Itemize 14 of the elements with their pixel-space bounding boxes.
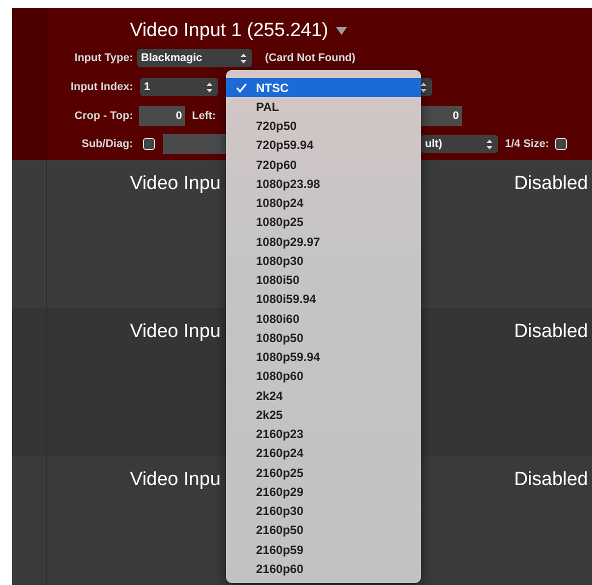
input-title: Video Input 1 (255.241): [130, 18, 328, 43]
field-label: 1/4 Size:: [505, 136, 550, 152]
input-title: Video Inpu: [130, 320, 221, 344]
field-label: Left:: [192, 108, 216, 124]
input-title: Video Inpu: [130, 468, 221, 492]
field-label: Crop - Top:: [74, 108, 133, 124]
field-label: Sub/Diag:: [80, 136, 133, 152]
field-label: Input Type:: [74, 50, 133, 66]
status-label: Disabled: [514, 468, 588, 492]
status-note: (Card Not Found): [265, 50, 356, 66]
input-title: Video Inpu: [130, 172, 221, 196]
status-label: Disabled: [514, 320, 588, 344]
status-label: Disabled: [514, 172, 588, 196]
field-label: Input Index:: [70, 80, 133, 95]
